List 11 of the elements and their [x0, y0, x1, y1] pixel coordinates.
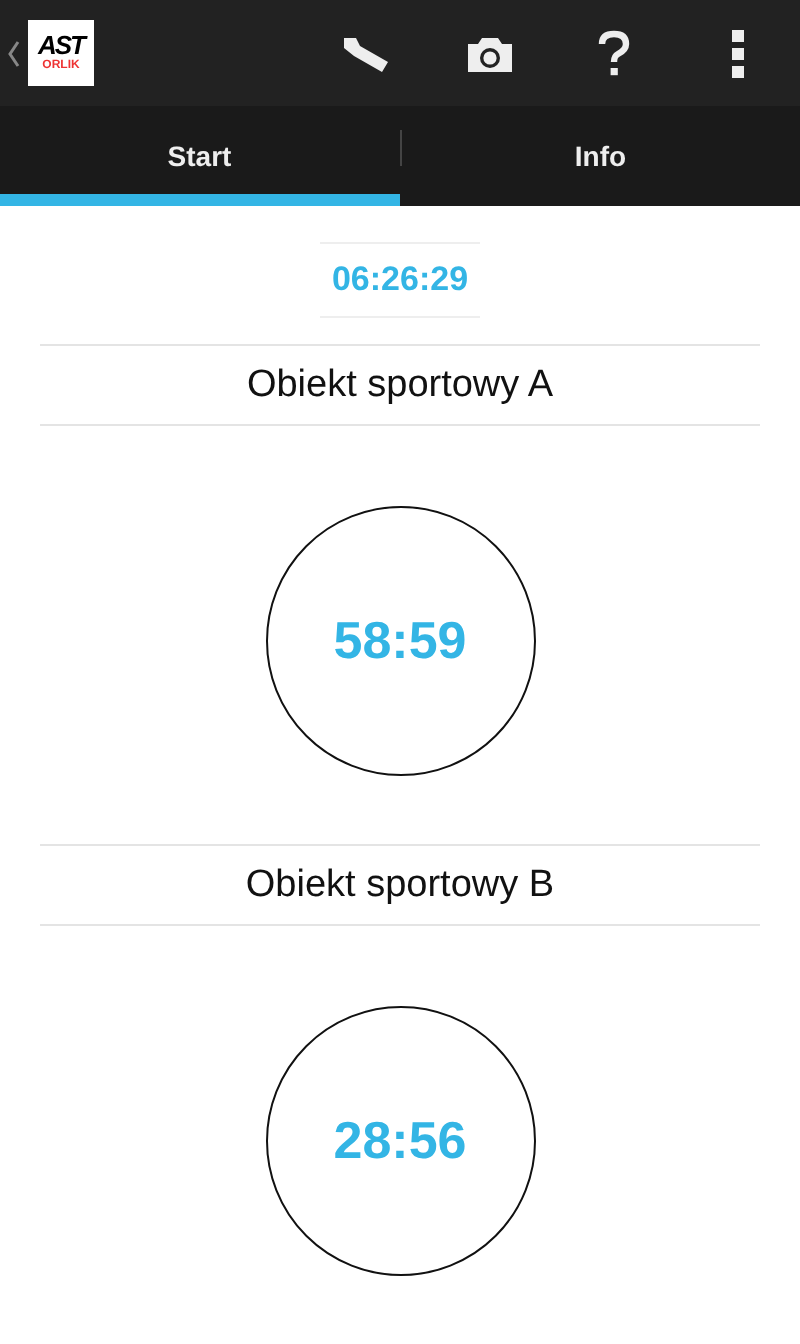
timer-circle: 28:56 — [265, 1006, 535, 1276]
clock-time: 06:26:29 — [319, 242, 481, 318]
timer-circle: 58:59 — [265, 506, 535, 776]
logo-text: AST — [38, 32, 84, 58]
camera-icon — [464, 33, 516, 73]
venue-title: Obiekt sportowy B — [40, 844, 760, 926]
venue-title: Obiekt sportowy A — [40, 344, 760, 426]
back-icon[interactable] — [6, 37, 22, 69]
help-icon — [596, 29, 632, 77]
menu-icon — [732, 29, 744, 77]
flashlight-icon — [340, 33, 392, 73]
